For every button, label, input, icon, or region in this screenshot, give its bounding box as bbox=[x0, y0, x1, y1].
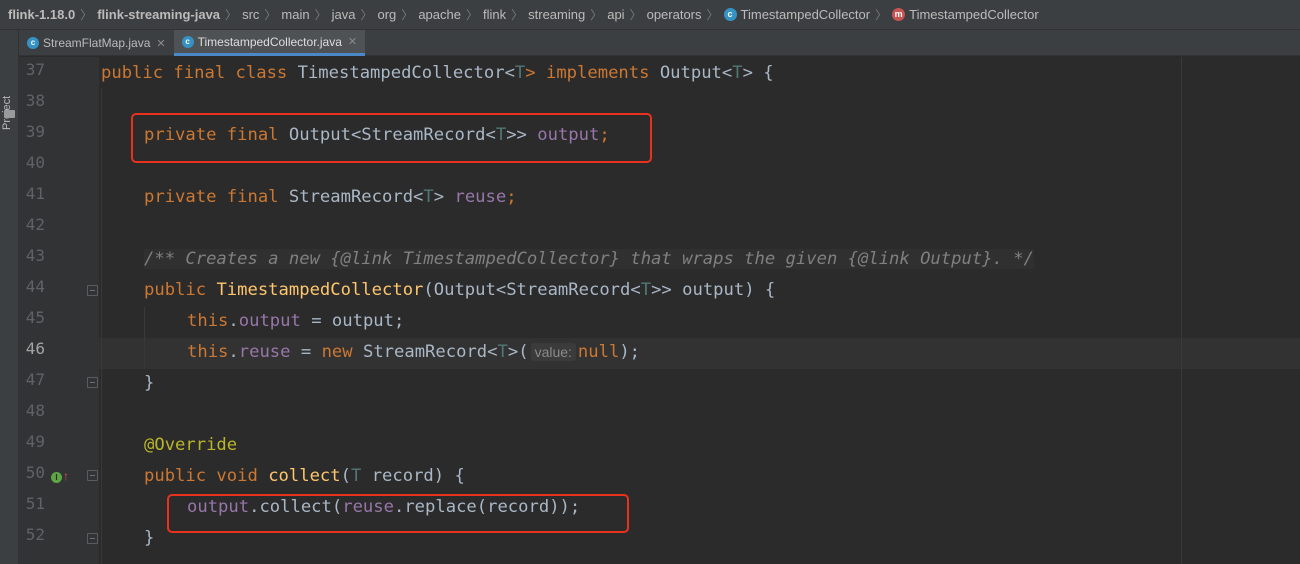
chevron-right-icon: 〉 bbox=[314, 8, 327, 22]
line-number: 49 bbox=[25, 432, 45, 451]
chevron-right-icon: 〉 bbox=[511, 8, 524, 22]
class-icon: c bbox=[181, 35, 194, 48]
code-editor[interactable]: public final class TimestampedCollector<… bbox=[99, 57, 1300, 564]
breadcrumb-item[interactable]: apache bbox=[418, 7, 461, 22]
breadcrumb-item[interactable]: main bbox=[281, 7, 309, 22]
breadcrumb-method[interactable]: m TimestampedCollector bbox=[892, 7, 1039, 22]
breadcrumb-item[interactable]: src bbox=[242, 7, 259, 22]
breadcrumb-item[interactable]: flink-streaming-java bbox=[97, 7, 220, 22]
line-number: 39 bbox=[25, 122, 45, 141]
chevron-right-icon: 〉 bbox=[401, 8, 414, 22]
highlight-box-collect-call bbox=[167, 494, 629, 533]
code-line: } bbox=[144, 528, 155, 548]
chevron-right-icon: 〉 bbox=[465, 8, 478, 22]
tab-label: TimestampedCollector.java bbox=[197, 34, 342, 49]
line-number: 38 bbox=[25, 91, 45, 110]
breadcrumb-item[interactable]: api bbox=[607, 7, 624, 22]
code-line: } bbox=[144, 373, 155, 393]
breadcrumb-item[interactable]: operators bbox=[647, 7, 702, 22]
chevron-right-icon: 〉 bbox=[875, 8, 888, 22]
project-tool-strip: Project bbox=[0, 30, 19, 564]
highlight-box-output-field bbox=[131, 113, 652, 163]
close-icon[interactable]: ✕ bbox=[348, 35, 357, 48]
breadcrumb-item[interactable]: streaming bbox=[528, 7, 585, 22]
chevron-right-icon: 〉 bbox=[264, 8, 277, 22]
code-line-current: this.reuse = new StreamRecord<T>(value: n… bbox=[187, 342, 641, 362]
line-number: 37 bbox=[25, 60, 45, 79]
breadcrumb-item[interactable]: org bbox=[378, 7, 397, 22]
line-number: 52 bbox=[25, 525, 45, 544]
code-line: @Override bbox=[144, 435, 238, 455]
chevron-right-icon: 〉 bbox=[590, 8, 603, 22]
indent-guide bbox=[144, 307, 145, 369]
fold-icon[interactable] bbox=[87, 377, 98, 388]
code-line: private final StreamRecord<T> reuse; bbox=[144, 187, 517, 207]
breadcrumb-item[interactable]: flink bbox=[483, 7, 506, 22]
breadcrumb-class[interactable]: c TimestampedCollector bbox=[723, 7, 871, 22]
chevron-right-icon: 〉 bbox=[706, 8, 719, 22]
breadcrumb-item[interactable]: java bbox=[332, 7, 356, 22]
fold-icon[interactable] bbox=[87, 470, 98, 481]
line-number: 47 bbox=[25, 370, 45, 389]
fold-icon[interactable] bbox=[87, 285, 98, 296]
tab-label: StreamFlatMap.java bbox=[43, 36, 151, 50]
parameter-hint: value: bbox=[530, 343, 576, 361]
line-number: 50 bbox=[25, 463, 45, 482]
chevron-right-icon: 〉 bbox=[80, 8, 93, 22]
editor-tabs: c StreamFlatMap.java ✕ c TimestampedColl… bbox=[19, 30, 1300, 56]
breadcrumb-method-label: TimestampedCollector bbox=[909, 7, 1039, 22]
code-line: public TimestampedCollector(Output<Strea… bbox=[144, 280, 776, 300]
breadcrumb: flink-1.18.0 〉 flink-streaming-java 〉 src 〉… bbox=[0, 0, 1300, 30]
indent-guide bbox=[101, 88, 102, 564]
tab-timestampedcollector[interactable]: c TimestampedCollector.java ✕ bbox=[173, 30, 366, 56]
fold-icon[interactable] bbox=[87, 533, 98, 544]
line-number-current: 46 bbox=[25, 339, 45, 358]
chevron-right-icon: 〉 bbox=[360, 8, 373, 22]
line-number: 44 bbox=[25, 277, 45, 296]
line-number: 40 bbox=[25, 153, 45, 172]
line-number: 43 bbox=[25, 246, 45, 265]
right-margin-guide bbox=[1181, 57, 1182, 564]
line-number: 42 bbox=[25, 215, 45, 234]
close-icon[interactable]: ✕ bbox=[156, 37, 165, 50]
breadcrumb-item[interactable]: flink-1.18.0 bbox=[8, 7, 75, 22]
code-line: public final class TimestampedCollector<… bbox=[101, 63, 774, 83]
line-number: 41 bbox=[25, 184, 45, 203]
folder-icon bbox=[4, 110, 15, 118]
javadoc-comment: /** Creates a new {@link TimestampedColl… bbox=[144, 249, 1034, 269]
chevron-right-icon: 〉 bbox=[629, 8, 642, 22]
method-icon: m bbox=[892, 8, 906, 21]
editor-gutter[interactable]: 37 38 39 40 41 42 43 44 45 46 47 48 49 5… bbox=[19, 57, 120, 564]
code-line: this.output = output; bbox=[187, 311, 405, 331]
chevron-right-icon: 〉 bbox=[225, 8, 238, 22]
line-number: 51 bbox=[25, 494, 45, 513]
line-number: 45 bbox=[25, 308, 45, 327]
line-number: 48 bbox=[25, 401, 45, 420]
tab-streamflatmap[interactable]: c StreamFlatMap.java ✕ bbox=[19, 30, 174, 56]
breadcrumb-class-label: TimestampedCollector bbox=[740, 7, 871, 22]
code-line: public void collect(T record) { bbox=[144, 466, 465, 486]
project-tool-button[interactable]: Project bbox=[1, 36, 18, 130]
class-icon: c bbox=[723, 8, 737, 21]
class-icon: c bbox=[27, 37, 39, 49]
implements-method-icon[interactable]: I ↑ bbox=[51, 469, 69, 483]
